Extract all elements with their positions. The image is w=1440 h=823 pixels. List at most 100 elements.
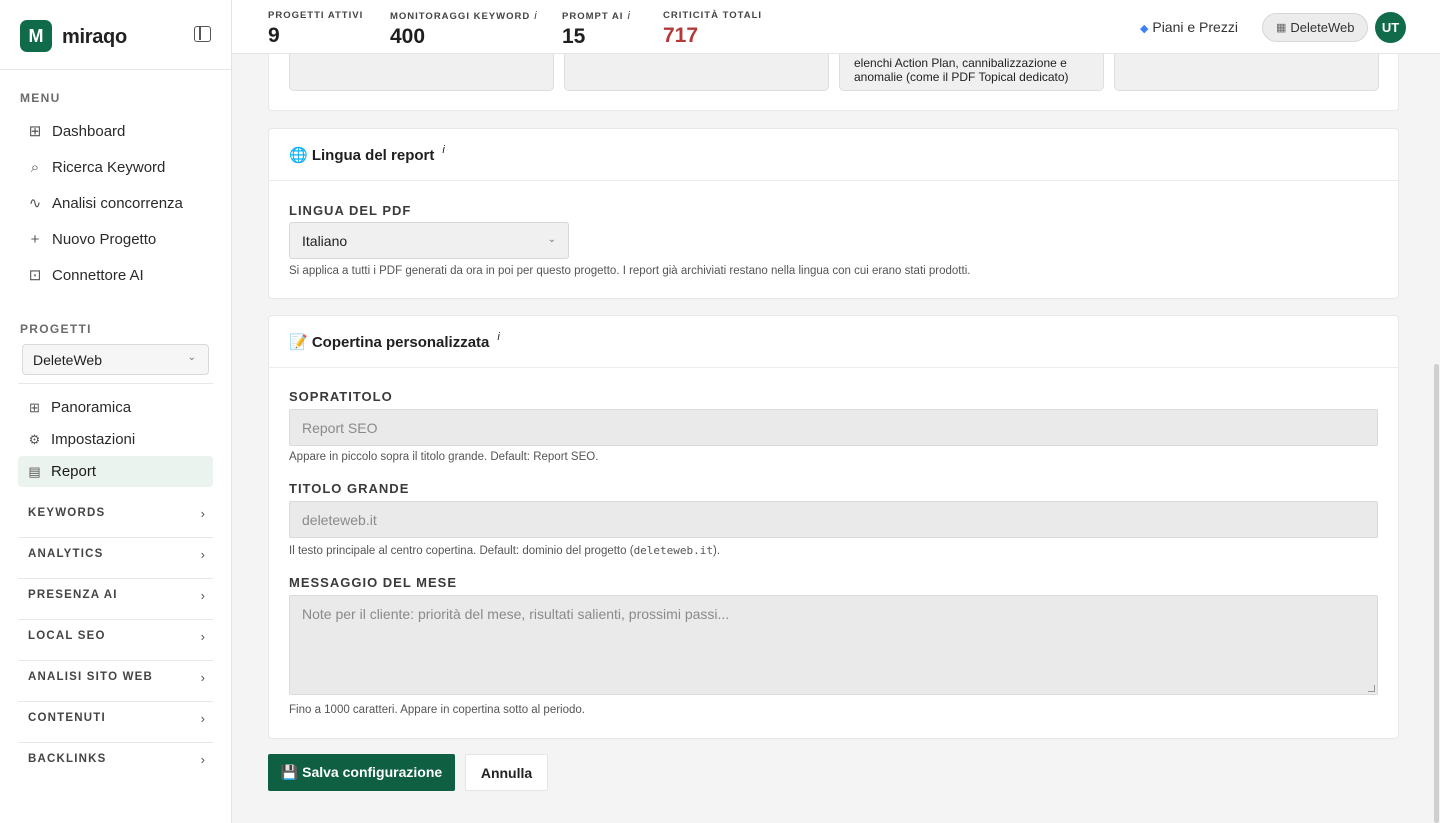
account-button-label: DeleteWeb bbox=[1290, 20, 1355, 35]
message-placeholder: Note per il cliente: priorità del mese, … bbox=[302, 606, 730, 622]
stat-label: CRITICITÀ TOTALI bbox=[663, 10, 763, 21]
message-label: MESSAGGIO DEL MESE bbox=[289, 575, 458, 590]
nav-group-label: LOCAL SEO bbox=[28, 630, 106, 642]
subtitle-input[interactable]: Report SEO bbox=[289, 409, 1378, 446]
card-header: 📝 Copertina personalizzata i bbox=[269, 316, 1398, 368]
nav-group-analytics[interactable]: ANALYTICS › bbox=[28, 534, 205, 574]
card-header: 🌐 Lingua del report i bbox=[269, 129, 1398, 181]
chevron-right-icon: › bbox=[200, 628, 205, 644]
info-icon[interactable]: i bbox=[534, 10, 537, 22]
report-sections-card: elenchi Action Plan, cannibalizzazione e… bbox=[268, 54, 1399, 111]
sidebar-item-report[interactable]: ▤ Report bbox=[18, 456, 213, 487]
nav-group-label: PRESENZA AI bbox=[28, 589, 118, 601]
stat-value: 15 bbox=[562, 25, 586, 48]
info-icon[interactable]: i bbox=[627, 10, 630, 22]
plans-link-label: Piani e Prezzi bbox=[1152, 19, 1238, 35]
sidebar-item-label: Report bbox=[51, 463, 97, 480]
nav-group-label: ANALYTICS bbox=[28, 548, 104, 560]
brand-name[interactable]: miraqo bbox=[62, 26, 127, 49]
chart-line-icon: ∿ bbox=[28, 195, 42, 212]
pdf-language-select[interactable]: Italiano ⌄ bbox=[289, 222, 569, 259]
title-label: TITOLO GRANDE bbox=[289, 481, 410, 496]
top-bar: PROGETTI ATTIVI 9 MONITORAGGI KEYWORD i 4… bbox=[232, 0, 1440, 54]
info-icon[interactable]: i bbox=[442, 144, 444, 156]
chevron-right-icon: › bbox=[200, 546, 205, 562]
brand-header: M miraqo bbox=[0, 0, 231, 70]
nav-group-presenza-ai[interactable]: PRESENZA AI › bbox=[28, 575, 205, 615]
search-plus-icon: ⌕ bbox=[30, 158, 40, 176]
sidebar-item-label: Panoramica bbox=[51, 399, 132, 416]
nav-group-contenuti[interactable]: CONTENUTI › bbox=[28, 698, 205, 738]
menu-item-ricerca-keyword[interactable]: ⌕ Ricerca Keyword bbox=[18, 151, 213, 183]
cover-card: 📝 Copertina personalizzata i SOPRATITOLO… bbox=[268, 315, 1399, 739]
pdf-language-value: Italiano bbox=[302, 233, 348, 249]
sidebar: M miraqo MENU ⊞ Dashboard ⌕ Ricerca Keyw… bbox=[0, 0, 232, 823]
save-button[interactable]: 💾 Salva configurazione bbox=[268, 754, 455, 791]
chevron-right-icon: › bbox=[200, 710, 205, 726]
plans-link[interactable]: ◆ Piani e Prezzi bbox=[1140, 19, 1238, 35]
nav-group-analisi-sito-web[interactable]: ANALISI SITO WEB › bbox=[28, 657, 205, 697]
domain-code: deleteweb.it bbox=[633, 544, 714, 557]
project-select[interactable]: DeleteWeb ⌄ bbox=[22, 344, 209, 375]
building-icon: ▦ bbox=[1276, 22, 1287, 34]
pdf-language-label: LINGUA DEL PDF bbox=[289, 203, 412, 218]
menu-item-dashboard[interactable]: ⊞ Dashboard bbox=[18, 115, 213, 147]
document-icon: ▤ bbox=[28, 463, 41, 479]
report-tile[interactable] bbox=[289, 54, 554, 91]
menu-item-connettore-ai[interactable]: ⊡ Connettore AI bbox=[18, 259, 213, 291]
subtitle-label: SOPRATITOLO bbox=[289, 389, 393, 404]
nav-group-label: CONTENUTI bbox=[28, 712, 106, 724]
card-title: 📝 Copertina personalizzata bbox=[289, 333, 490, 351]
main-content: elenchi Action Plan, cannibalizzazione e… bbox=[232, 54, 1440, 823]
report-tile[interactable] bbox=[1114, 54, 1379, 91]
chevron-right-icon: › bbox=[200, 669, 205, 685]
sidebar-item-impostazioni[interactable]: ⚙ Impostazioni bbox=[18, 424, 213, 455]
subtitle-help: Appare in piccolo sopra il titolo grande… bbox=[289, 451, 599, 463]
menu-item-label: Dashboard bbox=[52, 122, 126, 140]
title-help: Il testo principale al centro copertina.… bbox=[289, 544, 721, 557]
stat-label: MONITORAGGI KEYWORD i bbox=[390, 10, 538, 22]
nav-group-keywords[interactable]: KEYWORDS › bbox=[28, 493, 205, 533]
sidebar-toggle-icon[interactable] bbox=[194, 26, 211, 42]
language-card: 🌐 Lingua del report i LINGUA DEL PDF Ita… bbox=[268, 128, 1399, 299]
report-tile[interactable] bbox=[564, 54, 829, 91]
sidebar-item-panoramica[interactable]: ⊞ Panoramica bbox=[18, 392, 213, 423]
message-textarea[interactable]: Note per il cliente: priorità del mese, … bbox=[289, 595, 1378, 695]
chevron-down-icon: ⌄ bbox=[187, 352, 196, 363]
account-button[interactable]: ▦ DeleteWeb bbox=[1262, 13, 1369, 42]
logo-icon[interactable]: M bbox=[20, 20, 52, 52]
resize-handle-icon[interactable] bbox=[1368, 685, 1375, 692]
cancel-button[interactable]: Annulla bbox=[465, 754, 548, 791]
projects-section-label: PROGETTI bbox=[20, 322, 92, 336]
chevron-right-icon: › bbox=[200, 587, 205, 603]
menu-item-label: Nuovo Progetto bbox=[52, 230, 157, 248]
chevron-down-icon: ⌄ bbox=[547, 234, 556, 245]
card-title: 🌐 Lingua del report bbox=[289, 146, 435, 164]
stat-progetti-attivi: PROGETTI ATTIVI 9 bbox=[268, 10, 363, 48]
menu-item-label: Analisi concorrenza bbox=[52, 194, 183, 212]
menu-item-nuovo-progetto[interactable]: + Nuovo Progetto bbox=[18, 223, 213, 255]
info-icon[interactable]: i bbox=[497, 331, 499, 343]
menu-item-analisi-concorrenza[interactable]: ∿ Analisi concorrenza bbox=[18, 187, 213, 219]
page-scrollbar[interactable] bbox=[1434, 364, 1439, 823]
avatar[interactable]: UT bbox=[1375, 12, 1406, 43]
project-select-value: DeleteWeb bbox=[33, 352, 103, 368]
stat-value: 400 bbox=[390, 25, 426, 48]
grid-icon: ⊞ bbox=[29, 399, 40, 415]
robot-icon: ⊡ bbox=[28, 267, 42, 284]
menu-item-label: Ricerca Keyword bbox=[52, 158, 166, 176]
stat-prompt-ai: PROMPT AI i 15 bbox=[562, 10, 631, 49]
title-placeholder: deleteweb.it bbox=[302, 512, 377, 528]
nav-group-backlinks[interactable]: BACKLINKS › bbox=[28, 739, 205, 779]
subtitle-placeholder: Report SEO bbox=[302, 420, 378, 436]
pdf-language-help: Si applica a tutti i PDF generati da ora… bbox=[289, 265, 971, 277]
menu-item-label: Connettore AI bbox=[52, 266, 144, 284]
message-help: Fino a 1000 caratteri. Appare in coperti… bbox=[289, 704, 585, 716]
nav-group-local-seo[interactable]: LOCAL SEO › bbox=[28, 616, 205, 656]
diamond-icon: ◆ bbox=[1140, 23, 1149, 35]
stat-value: 717 bbox=[663, 24, 699, 47]
menu-section-label: MENU bbox=[20, 91, 61, 105]
report-tile[interactable]: elenchi Action Plan, cannibalizzazione e… bbox=[839, 54, 1104, 91]
title-input[interactable]: deleteweb.it bbox=[289, 501, 1378, 538]
nav-group-label: KEYWORDS bbox=[28, 507, 106, 519]
